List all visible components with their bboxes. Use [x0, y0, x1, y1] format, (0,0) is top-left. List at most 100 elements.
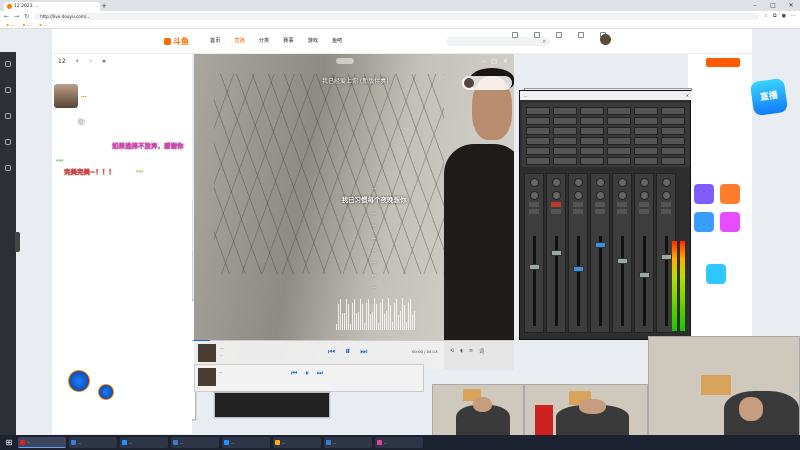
- mixer-routing-cell[interactable]: [526, 157, 550, 165]
- box-icon[interactable]: ▣: [102, 58, 106, 65]
- mixer-routing-cell[interactable]: [526, 117, 550, 125]
- header-icon[interactable]: [508, 32, 522, 39]
- solo-button[interactable]: [551, 209, 561, 214]
- mixer-routing-cell[interactable]: [526, 127, 550, 135]
- mixer-routing-cell[interactable]: [661, 147, 685, 155]
- mixer-routing-cell[interactable]: [553, 137, 577, 145]
- mixer-routing-cell[interactable]: [553, 117, 577, 125]
- mixer-routing-cell[interactable]: [661, 127, 685, 135]
- forward-icon[interactable]: →: [14, 13, 19, 20]
- start-icon[interactable]: ⊞: [3, 438, 15, 447]
- mixer-routing-cell[interactable]: [607, 157, 631, 165]
- menu-icon[interactable]: ⋯: [791, 13, 796, 19]
- webcam-main-window[interactable]: [648, 336, 800, 436]
- nav-item-live[interactable]: 直播: [234, 37, 244, 44]
- mixer-routing-cell[interactable]: [580, 147, 604, 155]
- pause-icon[interactable]: ⏸: [345, 346, 350, 357]
- solo-button[interactable]: [617, 209, 627, 214]
- fader-track[interactable]: [621, 236, 624, 326]
- mixer-routing-cell[interactable]: [580, 107, 604, 115]
- url-input[interactable]: http://live.douyu.com/...: [34, 12, 759, 20]
- album-thumbnail[interactable]: [198, 368, 216, 386]
- album-thumbnail[interactable]: [198, 344, 216, 362]
- taskbar-item[interactable]: ...: [273, 437, 321, 448]
- bookmark-item[interactable]: ...: [23, 22, 31, 27]
- mixer-routing-cell[interactable]: [553, 107, 577, 115]
- mixer-routing-cell[interactable]: [526, 107, 550, 115]
- mixer-routing-cell[interactable]: [580, 127, 604, 135]
- gift-icon[interactable]: [68, 370, 90, 392]
- maximize-icon[interactable]: □: [491, 58, 497, 65]
- solo-button[interactable]: [529, 209, 539, 214]
- progress-bar[interactable]: [194, 340, 514, 341]
- mixer-routing-cell[interactable]: [661, 117, 685, 125]
- profile-icon[interactable]: ●: [782, 13, 786, 19]
- minimize-icon[interactable]: –: [482, 58, 485, 65]
- mixer-routing-cell[interactable]: [634, 157, 658, 165]
- minimize-icon[interactable]: –: [746, 0, 764, 11]
- mixer-routing-cell[interactable]: [634, 137, 658, 145]
- user-avatar[interactable]: [600, 34, 611, 45]
- fader-handle[interactable]: [661, 254, 672, 260]
- pan-knob[interactable]: [661, 191, 671, 200]
- webcam-window[interactable]: [432, 384, 524, 436]
- gift-icon[interactable]: [694, 212, 714, 232]
- promo-badge[interactable]: 直播: [749, 77, 789, 117]
- streamer-name[interactable]: ...: [81, 93, 87, 99]
- mixer-routing-cell[interactable]: [634, 127, 658, 135]
- nav-item-category[interactable]: 分类: [259, 37, 269, 44]
- close-icon[interactable]: ✕: [686, 91, 689, 100]
- mixer-routing-cell[interactable]: [634, 107, 658, 115]
- mixer-routing-cell[interactable]: [661, 137, 685, 145]
- mixer-routing-cell[interactable]: [580, 157, 604, 165]
- gift-icon[interactable]: [720, 184, 740, 204]
- sidebar-item-4[interactable]: [0, 130, 16, 156]
- mixer-routing-cell[interactable]: [580, 117, 604, 125]
- mute-button[interactable]: [529, 202, 539, 207]
- pan-knob[interactable]: [595, 191, 605, 200]
- mixer-routing-cell[interactable]: [553, 147, 577, 155]
- gain-knob[interactable]: [639, 178, 649, 187]
- sidebar-item-2[interactable]: [0, 78, 16, 104]
- lyrics-icon[interactable]: 词: [479, 348, 484, 355]
- nav-item-games[interactable]: 游戏: [308, 37, 318, 44]
- mixer-routing-cell[interactable]: [607, 117, 631, 125]
- pan-knob[interactable]: [639, 191, 649, 200]
- fader-track[interactable]: [599, 236, 602, 326]
- favorite-star-icon[interactable]: ☆: [764, 13, 768, 19]
- maximize-icon[interactable]: □: [764, 0, 782, 11]
- header-icon[interactable]: [530, 32, 544, 39]
- next-icon[interactable]: ⏭: [360, 347, 367, 357]
- top-action-button[interactable]: ...: [706, 58, 740, 67]
- mixer-routing-cell[interactable]: [580, 137, 604, 145]
- pan-knob[interactable]: [529, 191, 539, 200]
- fader-track[interactable]: [577, 236, 580, 326]
- fader-handle[interactable]: [529, 264, 540, 270]
- mixer-routing-cell[interactable]: [526, 147, 550, 155]
- mute-button[interactable]: [551, 202, 561, 207]
- gift-icon[interactable]: [98, 384, 114, 400]
- back-icon[interactable]: ←: [4, 13, 9, 20]
- mixer-routing-cell[interactable]: [607, 137, 631, 145]
- mixer-routing-cell[interactable]: [661, 157, 685, 165]
- bookmark-item[interactable]: ...: [39, 22, 48, 27]
- taskbar-item[interactable]: ...: [171, 437, 219, 448]
- mute-button[interactable]: [639, 202, 649, 207]
- mixer-routing-cell[interactable]: [607, 127, 631, 135]
- gain-knob[interactable]: [661, 178, 671, 187]
- sidebar-item-5[interactable]: [0, 156, 16, 182]
- loop-icon[interactable]: ⟲: [450, 348, 454, 355]
- mixer-routing-cell[interactable]: [661, 107, 685, 115]
- solo-button[interactable]: [639, 209, 649, 214]
- sidebar-collapse-handle[interactable]: [15, 232, 20, 252]
- mixer-routing-cell[interactable]: [553, 127, 577, 135]
- site-logo[interactable]: 斗鱼: [164, 36, 189, 47]
- rank-icon[interactable]: ♛: [76, 58, 79, 65]
- taskbar-item[interactable]: ...: [222, 437, 270, 448]
- streamer-avatar[interactable]: [54, 84, 78, 108]
- solo-button[interactable]: [595, 209, 605, 214]
- fader-track[interactable]: [643, 236, 646, 326]
- gain-knob[interactable]: [617, 178, 627, 187]
- new-tab-icon[interactable]: +: [100, 2, 108, 11]
- gift-icon[interactable]: [720, 212, 740, 232]
